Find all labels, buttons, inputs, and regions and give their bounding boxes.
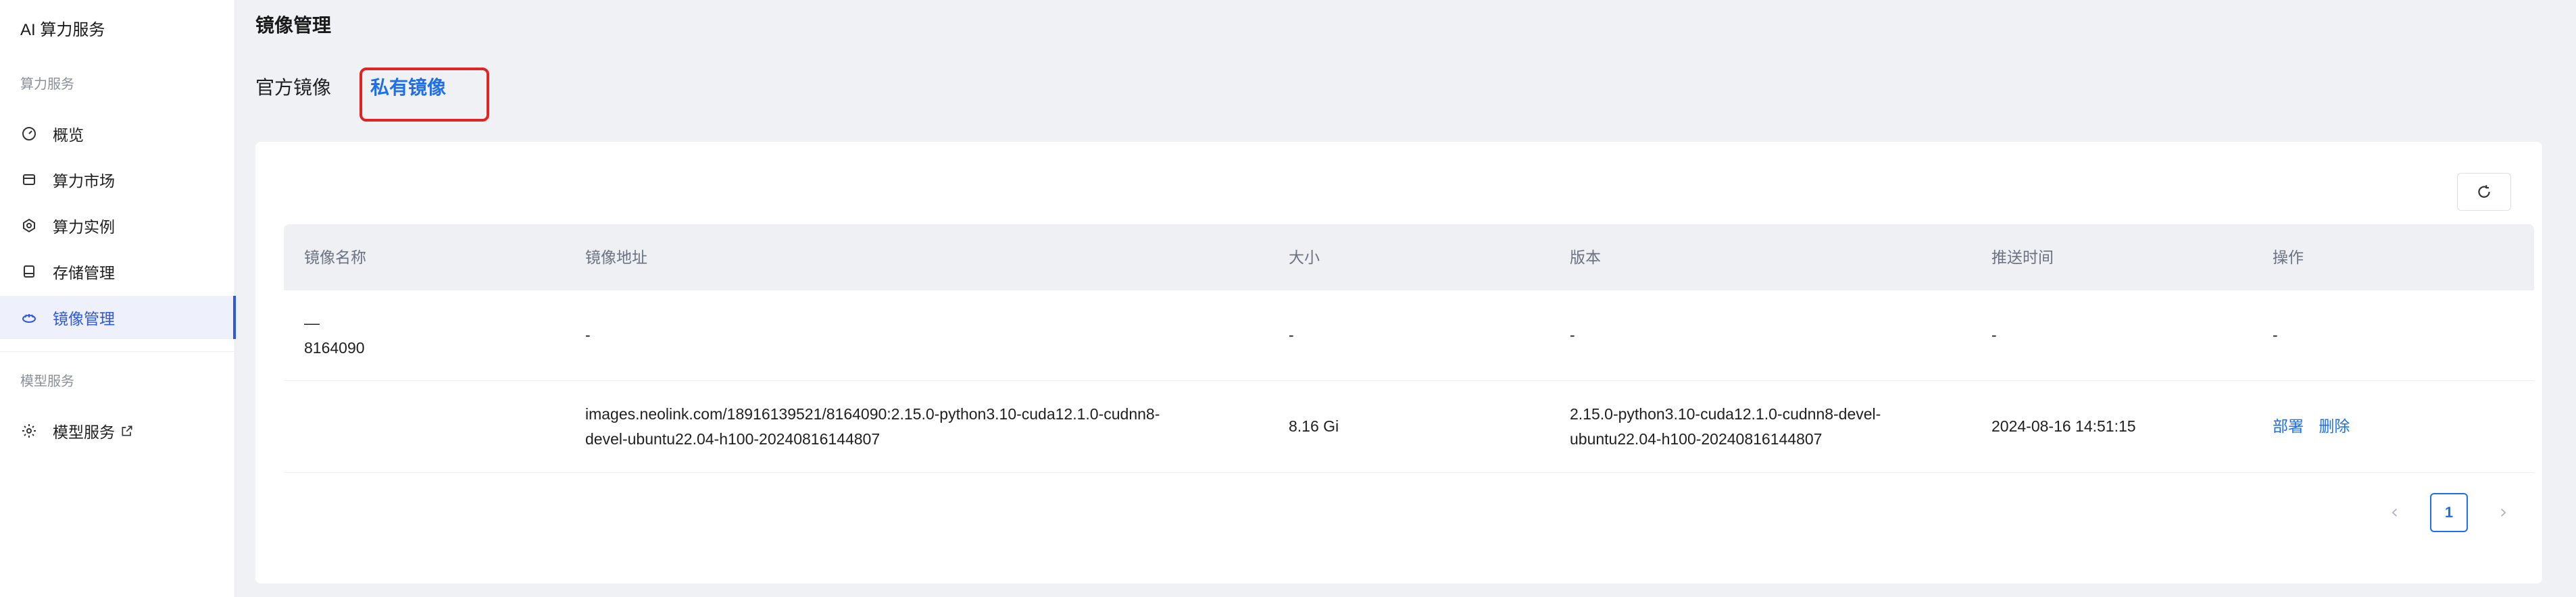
chevron-left-icon (2392, 509, 2397, 517)
refresh-icon (2478, 185, 2490, 198)
page-number-current[interactable]: 1 (2430, 493, 2468, 532)
header-version: 版本 (1570, 248, 1601, 266)
deploy-link[interactable]: 部署 (2273, 417, 2304, 435)
delete-link[interactable]: 删除 (2319, 417, 2350, 435)
sidebar-item-label: 概览 (53, 126, 84, 144)
cell-actions: 部署 删除 (2252, 414, 2534, 439)
images-card: 镜像名称 镜像地址 大小 版本 推送时间 操作 — 8164090 - - - … (255, 142, 2542, 583)
chevron-right-icon (2501, 509, 2506, 517)
section-label-model: 模型服务 (20, 374, 74, 389)
header-name: 镜像名称 (304, 248, 366, 266)
prev-page-button[interactable] (2387, 504, 2403, 521)
cell-address-line2: devel-ubuntu22.04-h100-20240816144807 (585, 430, 881, 448)
refresh-button[interactable] (2457, 173, 2511, 211)
brand-title: AI 算力服务 (20, 21, 105, 39)
header-actions: 操作 (2273, 248, 2304, 266)
main-content: 镜像管理 官方镜像 私有镜像 镜像名称 镜像地址 大小 版本 推送时间 操作 —… (235, 0, 2576, 597)
table-row: images.neolink.com/18916139521/8164090:2… (284, 381, 2534, 473)
sidebar-item-label: 算力市场 (53, 172, 115, 190)
app-root: AI 算力服务 算力服务 概览 算力市场 算力实例 存储管理 镜像管理 模型服务… (0, 0, 2576, 597)
cell-actions: - (2273, 326, 2278, 344)
cell-version-line2: ubuntu22.04-h100-20240816144807 (1570, 430, 1823, 448)
page-title: 镜像管理 (255, 15, 332, 36)
cell-version: - (1570, 326, 1575, 344)
image-icon (20, 309, 38, 326)
cell-address: - (585, 326, 591, 344)
pagination: 1 (2387, 493, 2511, 532)
cell-address: images.neolink.com/18916139521/8164090:2… (565, 402, 1268, 452)
section-label-compute: 算力服务 (20, 77, 74, 92)
sidebar-item-label: 算力实例 (53, 218, 115, 236)
gear-icon (20, 422, 38, 440)
tab-official-images[interactable]: 官方镜像 (255, 73, 331, 100)
dashboard-icon (20, 125, 38, 142)
sidebar-divider (0, 351, 235, 352)
instance-icon (20, 217, 38, 234)
cell-pushed: 2024-08-16 14:51:15 (1991, 417, 2136, 436)
sidebar: AI 算力服务 算力服务 概览 算力市场 算力实例 存储管理 镜像管理 模型服务… (0, 0, 236, 597)
table-row: — 8164090 - - - - - (284, 290, 2534, 381)
sidebar-item-images[interactable]: 镜像管理 (0, 296, 236, 339)
cell-version-line1: 2.15.0-python3.10-cuda12.1.0-cudnn8-deve… (1570, 405, 1881, 423)
store-icon (20, 171, 38, 188)
header-size: 大小 (1289, 248, 1320, 266)
next-page-button[interactable] (2495, 504, 2511, 521)
header-address: 镜像地址 (585, 248, 647, 266)
table-header: 镜像名称 镜像地址 大小 版本 推送时间 操作 (284, 224, 2534, 290)
cell-size: - (1289, 326, 1294, 344)
cell-name-line1: — (304, 313, 320, 332)
sidebar-item-overview[interactable]: 概览 (0, 112, 235, 155)
sidebar-item-label: 镜像管理 (53, 310, 115, 328)
sidebar-item-model-service[interactable]: 模型服务 (0, 409, 235, 452)
cell-size: 8.16 Gi (1289, 417, 1339, 436)
cell-name: — 8164090 (284, 311, 565, 361)
sidebar-item-label: 模型服务 (53, 423, 115, 441)
sidebar-item-instance[interactable]: 算力实例 (0, 204, 235, 247)
cell-address-line1: images.neolink.com/18916139521/8164090:2… (585, 405, 1160, 423)
external-link-icon (120, 424, 134, 438)
sidebar-item-market[interactable]: 算力市场 (0, 158, 235, 201)
sidebar-item-storage[interactable]: 存储管理 (0, 250, 235, 293)
header-pushed: 推送时间 (1991, 248, 2054, 266)
sidebar-item-label: 存储管理 (53, 264, 115, 282)
images-table: 镜像名称 镜像地址 大小 版本 推送时间 操作 — 8164090 - - - … (284, 224, 2534, 473)
cell-pushed: - (1991, 326, 1997, 344)
storage-icon (20, 263, 38, 280)
cell-name-line2: 8164090 (304, 338, 365, 357)
cell-version: 2.15.0-python3.10-cuda12.1.0-cudnn8-deve… (1550, 402, 1971, 452)
tab-private-images[interactable]: 私有镜像 (370, 73, 446, 100)
